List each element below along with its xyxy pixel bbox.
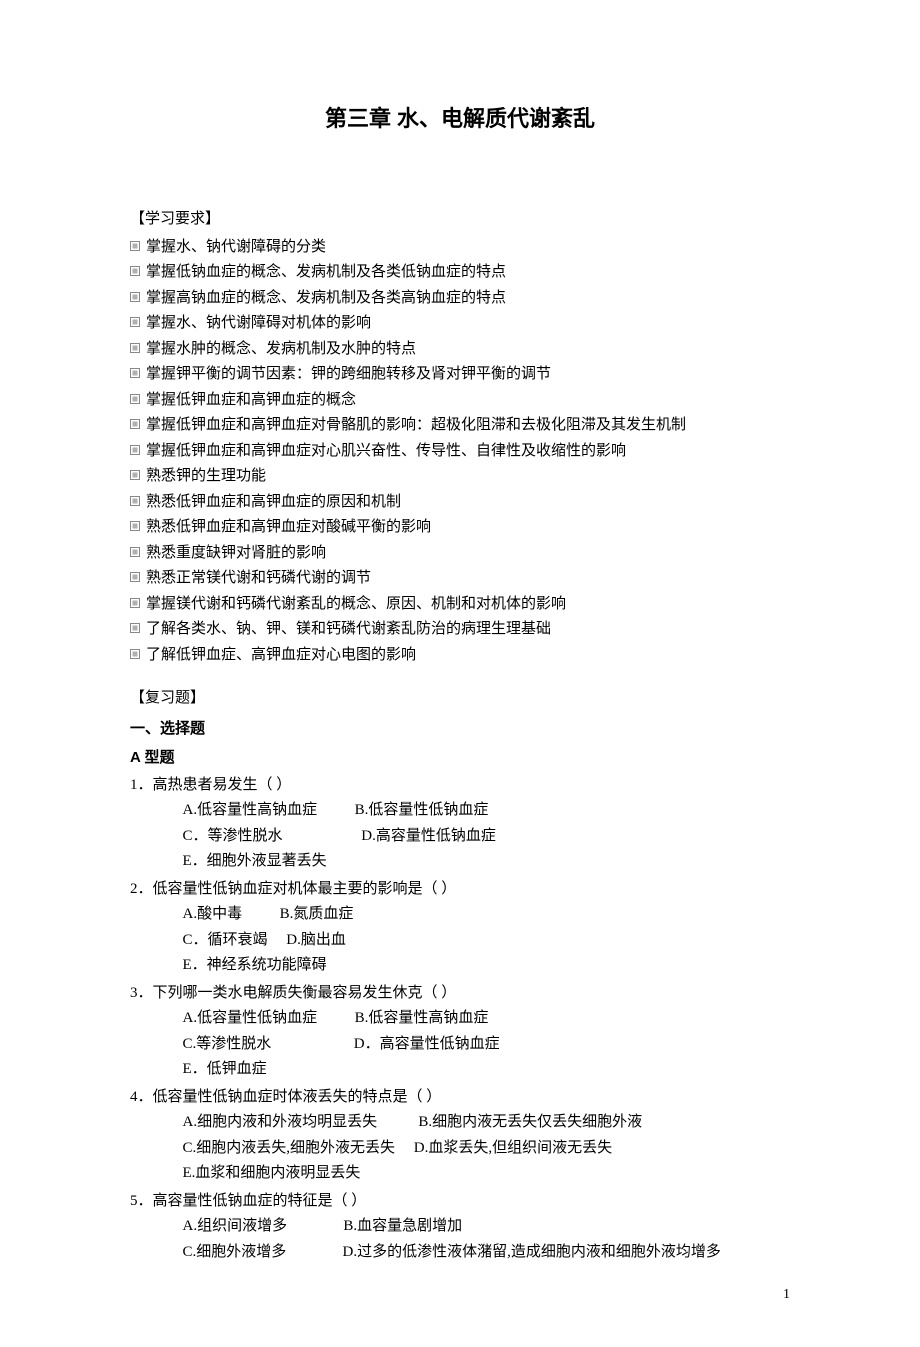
list-item-text: 了解各类水、钠、钾、镁和钙磷代谢紊乱防治的病理生理基础 <box>146 617 551 643</box>
bullet-icon <box>130 292 140 302</box>
list-item: 熟悉钾的生理功能 <box>130 464 790 490</box>
question-option-line: C．等渗性脱水 D.高容量性低钠血症 <box>183 824 791 850</box>
question-option-line: C.细胞内液丢失,细胞外液无丢失 D.血浆丢失,但组织间液无丢失 <box>183 1136 791 1162</box>
question-option-line: E.血浆和细胞内液明显丢失 <box>183 1161 791 1187</box>
bullet-icon <box>130 572 140 582</box>
list-item: 熟悉低钾血症和高钾血症对酸碱平衡的影响 <box>130 515 790 541</box>
list-item-text: 掌握低钠血症的概念、发病机制及各类低钠血症的特点 <box>146 260 506 286</box>
question-list: 1．高热患者易发生（ ）A.低容量性高钠血症 B.低容量性低钠血症C．等渗性脱水… <box>130 773 790 1266</box>
bullet-icon <box>130 521 140 531</box>
list-item-text: 掌握镁代谢和钙磷代谢紊乱的概念、原因、机制和对机体的影响 <box>146 592 566 618</box>
question-option-line: C.细胞外液增多 D.过多的低渗性液体潴留,造成细胞内液和细胞外液均增多 <box>183 1240 791 1266</box>
review-heading: 【复习题】 <box>130 686 790 712</box>
list-item-text: 掌握低钾血症和高钾血症对骨骼肌的影响：超极化阻滞和去极化阻滞及其发生机制 <box>146 413 686 439</box>
section-one-heading: 一、选择题 <box>130 716 790 742</box>
bullet-icon <box>130 547 140 557</box>
question-stem: 5．高容量性低钠血症的特征是（ ） <box>130 1189 790 1215</box>
list-item-text: 掌握水肿的概念、发病机制及水肿的特点 <box>146 337 416 363</box>
list-item-text: 熟悉重度缺钾对肾脏的影响 <box>146 541 326 567</box>
question-option-line: A.细胞内液和外液均明显丢失 B.细胞内液无丢失仅丢失细胞外液 <box>183 1110 791 1136</box>
list-item-text: 掌握低钾血症和高钾血症的概念 <box>146 388 356 414</box>
study-requirements-list: 掌握水、钠代谢障碍的分类掌握低钠血症的概念、发病机制及各类低钠血症的特点掌握高钠… <box>130 235 790 669</box>
question-stem: 3．下列哪一类水电解质失衡最容易发生休克（ ） <box>130 981 790 1007</box>
question-option-line: A.低容量性低钠血症 B.低容量性高钠血症 <box>183 1006 791 1032</box>
question-stem: 1．高热患者易发生（ ） <box>130 773 790 799</box>
list-item-text: 熟悉钾的生理功能 <box>146 464 266 490</box>
bullet-icon <box>130 343 140 353</box>
bullet-icon <box>130 649 140 659</box>
question: 1．高热患者易发生（ ）A.低容量性高钠血症 B.低容量性低钠血症C．等渗性脱水… <box>130 773 790 875</box>
question-option-line: A.组织间液增多 B.血容量急剧增加 <box>183 1214 791 1240</box>
question-option-line: E．细胞外液显著丢失 <box>183 849 791 875</box>
bullet-icon <box>130 470 140 480</box>
question-stem: 4．低容量性低钠血症时体液丢失的特点是（ ） <box>130 1085 790 1111</box>
list-item-text: 掌握高钠血症的概念、发病机制及各类高钠血症的特点 <box>146 286 506 312</box>
list-item-text: 掌握低钾血症和高钾血症对心肌兴奋性、传导性、自律性及收缩性的影响 <box>146 439 626 465</box>
list-item: 熟悉正常镁代谢和钙磷代谢的调节 <box>130 566 790 592</box>
bullet-icon <box>130 394 140 404</box>
list-item: 掌握镁代谢和钙磷代谢紊乱的概念、原因、机制和对机体的影响 <box>130 592 790 618</box>
question-option-line: C.等渗性脱水 D．高容量性低钠血症 <box>183 1032 791 1058</box>
type-a-heading: A 型题 <box>130 745 790 771</box>
question: 3．下列哪一类水电解质失衡最容易发生休克（ ）A.低容量性低钠血症 B.低容量性… <box>130 981 790 1083</box>
list-item: 了解低钾血症、高钾血症对心电图的影响 <box>130 643 790 669</box>
list-item: 熟悉重度缺钾对肾脏的影响 <box>130 541 790 567</box>
list-item: 熟悉低钾血症和高钾血症的原因和机制 <box>130 490 790 516</box>
question-stem: 2．低容量性低钠血症对机体最主要的影响是（ ） <box>130 877 790 903</box>
list-item-text: 掌握水、钠代谢障碍的分类 <box>146 235 326 261</box>
list-item: 掌握低钾血症和高钾血症对骨骼肌的影响：超极化阻滞和去极化阻滞及其发生机制 <box>130 413 790 439</box>
list-item: 掌握低钾血症和高钾血症的概念 <box>130 388 790 414</box>
question-option-line: C．循环衰竭 D.脑出血 <box>183 928 791 954</box>
list-item-text: 掌握水、钠代谢障碍对机体的影响 <box>146 311 371 337</box>
bullet-icon <box>130 496 140 506</box>
list-item-text: 了解低钾血症、高钾血症对心电图的影响 <box>146 643 416 669</box>
bullet-icon <box>130 419 140 429</box>
list-item: 掌握低钾血症和高钾血症对心肌兴奋性、传导性、自律性及收缩性的影响 <box>130 439 790 465</box>
question-option-line: A.酸中毒 B.氮质血症 <box>183 902 791 928</box>
question: 2．低容量性低钠血症对机体最主要的影响是（ ）A.酸中毒 B.氮质血症C．循环衰… <box>130 877 790 979</box>
question: 4．低容量性低钠血症时体液丢失的特点是（ ）A.细胞内液和外液均明显丢失 B.细… <box>130 1085 790 1187</box>
list-item-text: 熟悉低钾血症和高钾血症的原因和机制 <box>146 490 401 516</box>
list-item: 掌握水、钠代谢障碍对机体的影响 <box>130 311 790 337</box>
bullet-icon <box>130 445 140 455</box>
question: 5．高容量性低钠血症的特征是（ ）A.组织间液增多 B.血容量急剧增加C.细胞外… <box>130 1189 790 1266</box>
question-option-line: E．低钾血症 <box>183 1057 791 1083</box>
bullet-icon <box>130 623 140 633</box>
question-option-line: A.低容量性高钠血症 B.低容量性低钠血症 <box>183 798 791 824</box>
list-item-text: 熟悉正常镁代谢和钙磷代谢的调节 <box>146 566 371 592</box>
list-item: 掌握水、钠代谢障碍的分类 <box>130 235 790 261</box>
bullet-icon <box>130 317 140 327</box>
bullet-icon <box>130 266 140 276</box>
list-item: 掌握水肿的概念、发病机制及水肿的特点 <box>130 337 790 363</box>
chapter-title: 第三章 水、电解质代谢紊乱 <box>130 100 790 137</box>
list-item-text: 熟悉低钾血症和高钾血症对酸碱平衡的影响 <box>146 515 431 541</box>
list-item: 掌握低钠血症的概念、发病机制及各类低钠血症的特点 <box>130 260 790 286</box>
list-item: 掌握高钠血症的概念、发病机制及各类高钠血症的特点 <box>130 286 790 312</box>
study-requirements-heading: 【学习要求】 <box>130 207 790 233</box>
bullet-icon <box>130 368 140 378</box>
question-option-line: E．神经系统功能障碍 <box>183 953 791 979</box>
bullet-icon <box>130 241 140 251</box>
bullet-icon <box>130 598 140 608</box>
list-item: 掌握钾平衡的调节因素：钾的跨细胞转移及肾对钾平衡的调节 <box>130 362 790 388</box>
list-item-text: 掌握钾平衡的调节因素：钾的跨细胞转移及肾对钾平衡的调节 <box>146 362 551 388</box>
list-item: 了解各类水、钠、钾、镁和钙磷代谢紊乱防治的病理生理基础 <box>130 617 790 643</box>
page-number: 1 <box>130 1283 790 1307</box>
